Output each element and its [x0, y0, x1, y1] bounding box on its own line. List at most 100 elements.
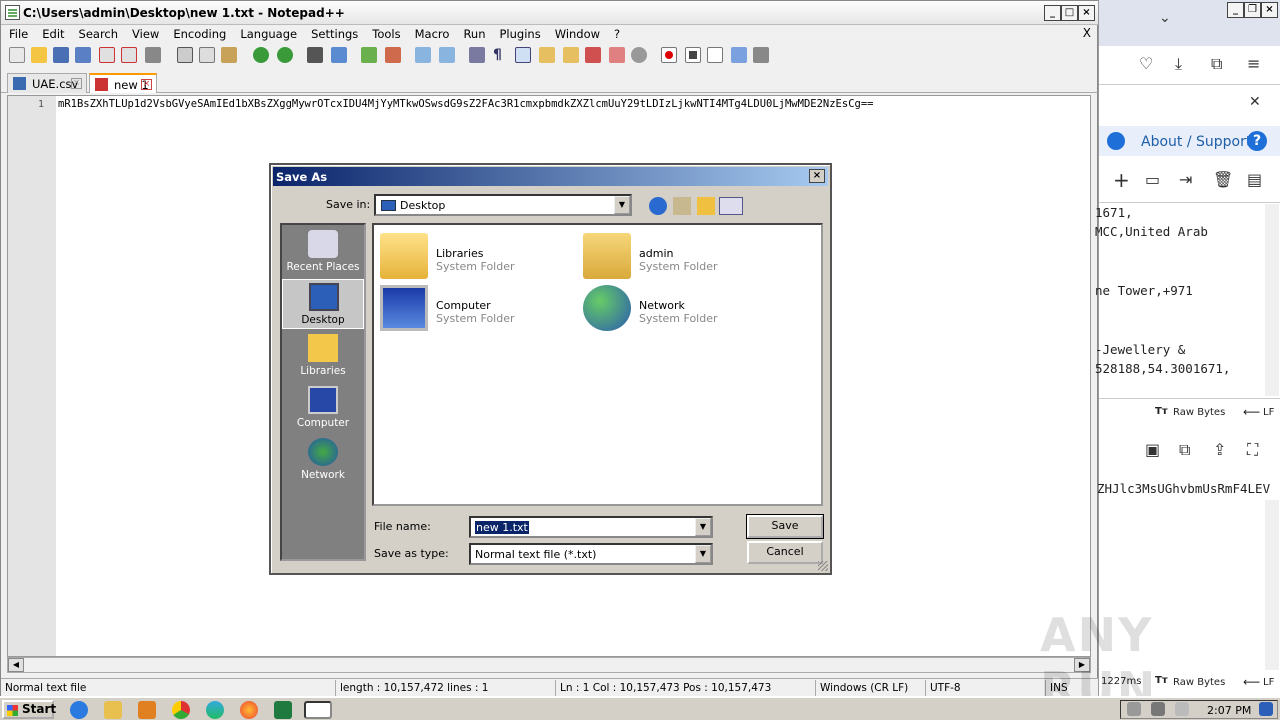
raw-bytes-label[interactable]: Raw Bytes: [1173, 407, 1225, 418]
menu-language[interactable]: Language: [232, 25, 303, 41]
menu-settings[interactable]: Settings: [303, 25, 364, 41]
close-notification-icon[interactable]: ✕: [1249, 94, 1261, 110]
menu-tools[interactable]: Tools: [364, 25, 406, 41]
notepadpp-taskbar-icon[interactable]: [304, 701, 332, 719]
cut-icon[interactable]: [177, 47, 193, 63]
pocket-icon[interactable]: ♡: [1139, 54, 1153, 73]
resize-grip[interactable]: [818, 561, 828, 571]
chevron-down-icon[interactable]: ▼: [695, 518, 711, 536]
tab-close-icon[interactable]: ×: [141, 79, 152, 90]
close-file-icon[interactable]: [99, 47, 115, 63]
hamburger-menu-icon[interactable]: ≡: [1247, 54, 1260, 73]
replace-input-icon[interactable]: ⇪: [1213, 440, 1226, 459]
tab-new-1[interactable]: new 1 ×: [89, 73, 157, 93]
place-computer[interactable]: Computer: [282, 383, 364, 433]
zoom-in-icon[interactable]: [361, 47, 377, 63]
editor-text[interactable]: mR1BsZXhTLUp1d2VsbGVyeSAmIEd1bXBsZXggMyw…: [58, 98, 1088, 110]
record-macro-icon[interactable]: [661, 47, 677, 63]
maximize-output-icon[interactable]: ⛶: [1247, 440, 1258, 460]
about-support-link[interactable]: About / Support: [1141, 134, 1251, 150]
about-bar[interactable]: About / Support ?: [1099, 126, 1280, 156]
open-file-icon[interactable]: [31, 47, 47, 63]
ie-icon[interactable]: [70, 701, 88, 719]
copy-icon[interactable]: [199, 47, 215, 63]
show-all-chars-icon[interactable]: ¶: [493, 47, 509, 63]
file-name-input[interactable]: new 1.txt ▼: [469, 516, 713, 538]
open-folder-icon[interactable]: ▭: [1145, 170, 1160, 189]
find-icon[interactable]: [307, 47, 323, 63]
scroll-left-icon[interactable]: ◀: [8, 658, 24, 672]
up-folder-icon[interactable]: [673, 197, 691, 215]
stop-macro-icon[interactable]: [685, 47, 701, 63]
save-as-type-select[interactable]: Normal text file (*.txt) ▼: [469, 543, 713, 565]
menu-search[interactable]: Search: [71, 25, 125, 41]
firefox-icon[interactable]: [240, 701, 258, 719]
menu-edit[interactable]: Edit: [34, 25, 70, 41]
file-item-libraries[interactable]: Libraries System Folder: [380, 233, 580, 283]
word-wrap-icon[interactable]: [469, 47, 485, 63]
eol-label[interactable]: LF: [1263, 407, 1274, 418]
cancel-button[interactable]: Cancel: [747, 541, 823, 564]
file-item-admin[interactable]: admin System Folder: [583, 233, 783, 283]
file-item-computer[interactable]: Computer System Folder: [380, 285, 580, 335]
monitor-icon[interactable]: [631, 47, 647, 63]
menu-help[interactable]: ?: [606, 25, 626, 41]
new-folder-icon[interactable]: [697, 197, 715, 215]
volume-icon[interactable]: [1127, 702, 1141, 716]
extensions-icon[interactable]: ⧉: [1211, 54, 1222, 74]
function-list-icon[interactable]: [585, 47, 601, 63]
start-button[interactable]: Start: [2, 700, 56, 719]
new-file-icon[interactable]: [9, 47, 25, 63]
chrome-icon[interactable]: [172, 701, 190, 719]
save-output-icon[interactable]: ▣: [1145, 440, 1160, 459]
dialog-title-bar[interactable]: Save As ×: [273, 167, 828, 186]
chevron-down-icon[interactable]: ▼: [614, 196, 630, 214]
zoom-out-icon[interactable]: [385, 47, 401, 63]
play-macro-icon[interactable]: [707, 47, 723, 63]
menu-macro[interactable]: Macro: [407, 25, 456, 41]
place-recent[interactable]: Recent Places: [282, 227, 364, 277]
media-player-icon[interactable]: [138, 701, 156, 719]
show-desktop-icon[interactable]: [1259, 702, 1273, 716]
menu-file[interactable]: File: [1, 25, 34, 41]
save-macro-icon[interactable]: [753, 47, 769, 63]
back-icon[interactable]: [649, 197, 667, 215]
menu-run[interactable]: Run: [455, 25, 491, 41]
chevron-down-icon[interactable]: ▼: [695, 545, 711, 563]
save-button[interactable]: Save: [746, 514, 824, 539]
document-close-x[interactable]: X: [1083, 26, 1091, 40]
close-button[interactable]: ×: [1078, 5, 1095, 21]
menu-plugins[interactable]: Plugins: [492, 25, 547, 41]
view-menu-icon[interactable]: [719, 197, 743, 215]
browser-close-button[interactable]: ×: [1261, 2, 1278, 18]
gear-icon[interactable]: [1107, 132, 1125, 150]
help-icon[interactable]: ?: [1247, 131, 1267, 151]
menu-view[interactable]: View: [124, 25, 165, 41]
minimize-button[interactable]: _: [1044, 5, 1061, 21]
clock[interactable]: 2:07 PM: [1207, 704, 1251, 717]
indent-guide-icon[interactable]: [515, 47, 531, 63]
save-in-select[interactable]: Desktop ▼: [374, 194, 632, 216]
horizontal-scrollbar[interactable]: ◀ ▶: [7, 657, 1091, 673]
title-bar[interactable]: C:\Users\admin\Desktop\new 1.txt - Notep…: [1, 1, 1099, 25]
sync-h-icon[interactable]: [439, 47, 455, 63]
file-name-value[interactable]: new 1.txt: [475, 521, 529, 534]
dialog-close-button[interactable]: ×: [809, 169, 825, 183]
browser-restore-button[interactable]: ❐: [1244, 2, 1261, 18]
tab-uae-csv[interactable]: UAE.csv ×: [7, 73, 87, 93]
doc-map-icon[interactable]: [563, 47, 579, 63]
trash-icon[interactable]: 🗑: [1213, 170, 1233, 189]
input-scrollbar[interactable]: [1265, 204, 1279, 396]
excel-icon[interactable]: [274, 701, 292, 719]
copy-output-icon[interactable]: ⧉: [1179, 440, 1190, 460]
chevron-down-icon[interactable]: ⌄: [1159, 10, 1171, 26]
file-item-network[interactable]: Network System Folder: [583, 285, 783, 335]
menu-encoding[interactable]: Encoding: [165, 25, 232, 41]
folder-workspace-icon[interactable]: [609, 47, 625, 63]
network-tray-icon[interactable]: [1151, 702, 1165, 716]
layout-icon[interactable]: ▤: [1247, 170, 1262, 189]
run-macro-multiple-icon[interactable]: [731, 47, 747, 63]
replace-icon[interactable]: [331, 47, 347, 63]
place-libraries[interactable]: Libraries: [282, 331, 364, 381]
maximize-button[interactable]: □: [1061, 5, 1078, 21]
